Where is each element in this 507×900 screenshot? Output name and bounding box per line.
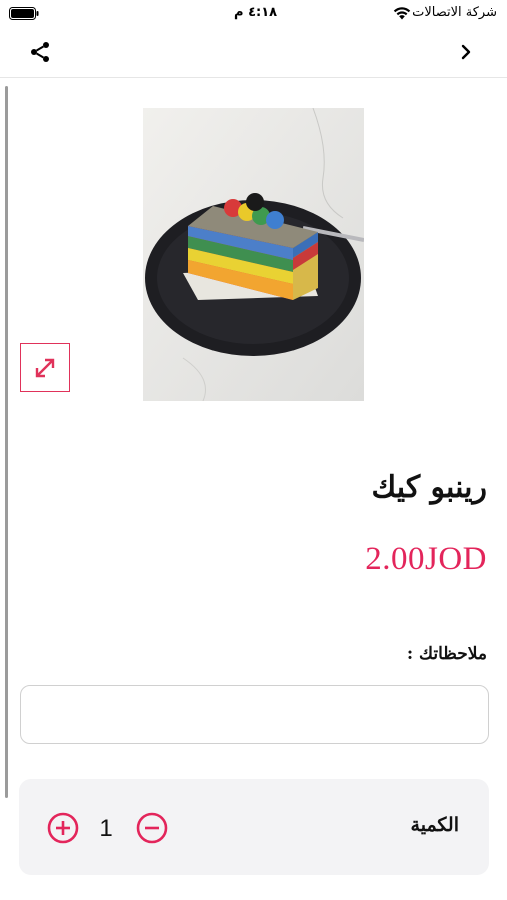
- product-name: رينبو كيك: [371, 470, 487, 505]
- quantity-value: 1: [99, 815, 113, 842]
- plus-circle-icon[interactable]: [47, 812, 79, 844]
- share-icon: [31, 42, 49, 62]
- quantity-card: 1 الكمية: [19, 779, 489, 875]
- cake-photo: [143, 108, 364, 401]
- product-details-screen: ٤:١٨ م شركة الاتصالات رينبو كيك 2.00JOD …: [0, 0, 507, 900]
- notes-input[interactable]: [20, 685, 489, 744]
- quantity-label: الكمية: [410, 814, 459, 836]
- product-price: 2.00JOD: [365, 541, 487, 577]
- back-button[interactable]: [459, 42, 473, 62]
- notes-label: ملاحظاتك :: [406, 644, 487, 664]
- status-bar: ٤:١٨ م شركة الاتصالات: [0, 0, 507, 30]
- carrier-name: شركة الاتصالات: [412, 5, 497, 20]
- share-button[interactable]: [26, 38, 54, 66]
- battery-icon: [9, 7, 39, 20]
- minus-circle-icon[interactable]: [136, 812, 168, 844]
- chevron-right-icon: [461, 44, 471, 60]
- expand-arrows-icon: [35, 358, 55, 377]
- nav-bar: [0, 30, 507, 78]
- wifi-icon: [393, 7, 411, 20]
- status-time: ٤:١٨ م: [234, 5, 278, 20]
- scroll-indicator[interactable]: [5, 86, 8, 798]
- product-image: [143, 108, 364, 401]
- expand-image-button[interactable]: [20, 343, 70, 392]
